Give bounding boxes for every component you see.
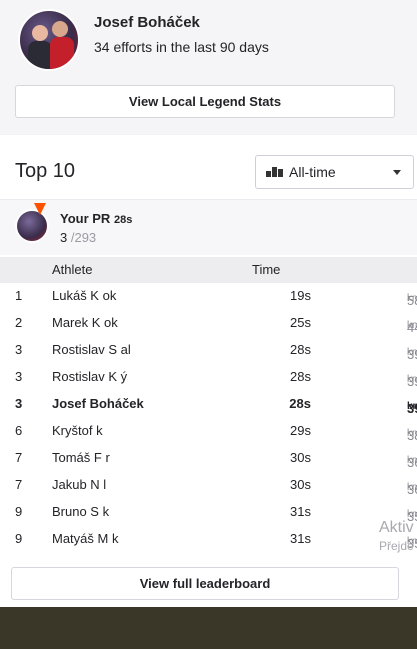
leaderboard-card: Top 10 All-time Your PR 28s 3 /293 Athle… xyxy=(0,135,417,607)
table-row[interactable]: 9 Bruno S k 31s 35.6km/h xyxy=(0,499,417,526)
row-rank: 3 xyxy=(15,369,23,384)
row-athlete-name[interactable]: Kryštof k xyxy=(52,423,103,438)
your-pr-total: /293 xyxy=(70,230,97,245)
row-time: 25s xyxy=(290,315,311,330)
avatar-face xyxy=(32,25,48,41)
your-avatar xyxy=(15,209,49,243)
row-time: 30s xyxy=(290,477,311,492)
table-row[interactable]: 6 Kryštof k 29s 38.1km/h xyxy=(0,418,417,445)
leaderboard-rows: 1 Lukáš K ok 19s 58.1km/h 2 Marek K ok 2… xyxy=(0,283,417,553)
your-pr-row: Your PR 28s 3 /293 xyxy=(0,199,417,255)
view-local-legend-stats-button[interactable]: View Local Legend Stats xyxy=(15,85,395,118)
avatar-figure xyxy=(50,37,74,69)
row-time: 29s xyxy=(290,423,311,438)
row-time: 30s xyxy=(290,450,311,465)
bar-chart-icon xyxy=(266,167,283,177)
row-athlete-name[interactable]: Rostislav S al xyxy=(52,342,131,357)
row-rank: 9 xyxy=(15,504,23,519)
row-rank: 2 xyxy=(15,315,23,330)
activation-watermark: Aktiv Přejde xyxy=(379,519,414,553)
legend-athlete-name[interactable]: Josef Boháček xyxy=(94,14,200,31)
row-rank: 9 xyxy=(15,531,23,546)
row-rank: 7 xyxy=(15,450,23,465)
table-row[interactable]: 1 Lukáš K ok 19s 58.1km/h xyxy=(0,283,417,310)
row-athlete-name[interactable]: Josef Boháček xyxy=(52,396,144,411)
your-pr-rank: 3 /293 xyxy=(60,230,97,245)
legend-efforts-text: 34 efforts in the last 90 days xyxy=(94,39,269,55)
row-rank: 1 xyxy=(15,288,23,303)
row-time: 19s xyxy=(290,288,311,303)
column-header-athlete: Athlete xyxy=(52,262,93,277)
table-header: Athlete Time xyxy=(0,257,417,283)
time-filter-value: All-time xyxy=(289,164,336,180)
table-row-current-user[interactable]: 3 Josef Boháček 28s 39.4km/h xyxy=(0,391,417,418)
row-athlete-name[interactable]: Jakub N l xyxy=(52,477,106,492)
local-legend-panel: Josef Boháček 34 efforts in the last 90 … xyxy=(0,0,417,134)
row-time: 28s xyxy=(290,369,311,384)
row-rank: 3 xyxy=(15,342,23,357)
table-row[interactable]: 7 Jakub N l 30s 36.8km/h xyxy=(0,472,417,499)
row-rank: 7 xyxy=(15,477,23,492)
your-pr-time: 28s xyxy=(113,214,133,226)
page-footer-strip xyxy=(0,607,417,649)
avatar-figure xyxy=(28,41,52,69)
row-time: 28s xyxy=(290,342,311,357)
row-athlete-name[interactable]: Matyáš M k xyxy=(52,531,118,546)
row-time: 31s xyxy=(290,504,311,519)
row-athlete-name[interactable]: Tomáš F r xyxy=(52,450,110,465)
row-athlete-name[interactable]: Lukáš K ok xyxy=(52,288,116,303)
row-rank: 3 xyxy=(15,396,23,411)
row-time: 31s xyxy=(290,531,311,546)
row-athlete-name[interactable]: Bruno S k xyxy=(52,504,109,519)
table-row[interactable]: 7 Tomáš F r 30s 36.8km/h xyxy=(0,445,417,472)
table-row[interactable]: 3 Rostislav S al 28s 39.4km/h xyxy=(0,337,417,364)
chevron-down-icon xyxy=(393,170,401,175)
row-rank: 6 xyxy=(15,423,23,438)
athlete-avatar[interactable] xyxy=(18,9,80,71)
table-row[interactable]: 3 Rostislav K ý 28s 39.4km/h xyxy=(0,364,417,391)
time-filter-select[interactable]: All-time xyxy=(255,155,414,189)
column-header-time: Time xyxy=(252,262,281,277)
row-time: 28s xyxy=(289,396,311,411)
row-athlete-name[interactable]: Marek K ok xyxy=(52,315,118,330)
table-row[interactable]: 2 Marek K ok 25s 44.2km/h xyxy=(0,310,417,337)
your-pr-label: Your PR 28s xyxy=(60,211,133,226)
row-athlete-name[interactable]: Rostislav K ý xyxy=(52,369,127,384)
leaderboard-title: Top 10 xyxy=(15,160,76,182)
avatar-face xyxy=(52,21,68,37)
table-row[interactable]: 9 Matyáš M k 31s 35.6km/h xyxy=(0,526,417,553)
view-full-leaderboard-button[interactable]: View full leaderboard xyxy=(11,567,399,600)
